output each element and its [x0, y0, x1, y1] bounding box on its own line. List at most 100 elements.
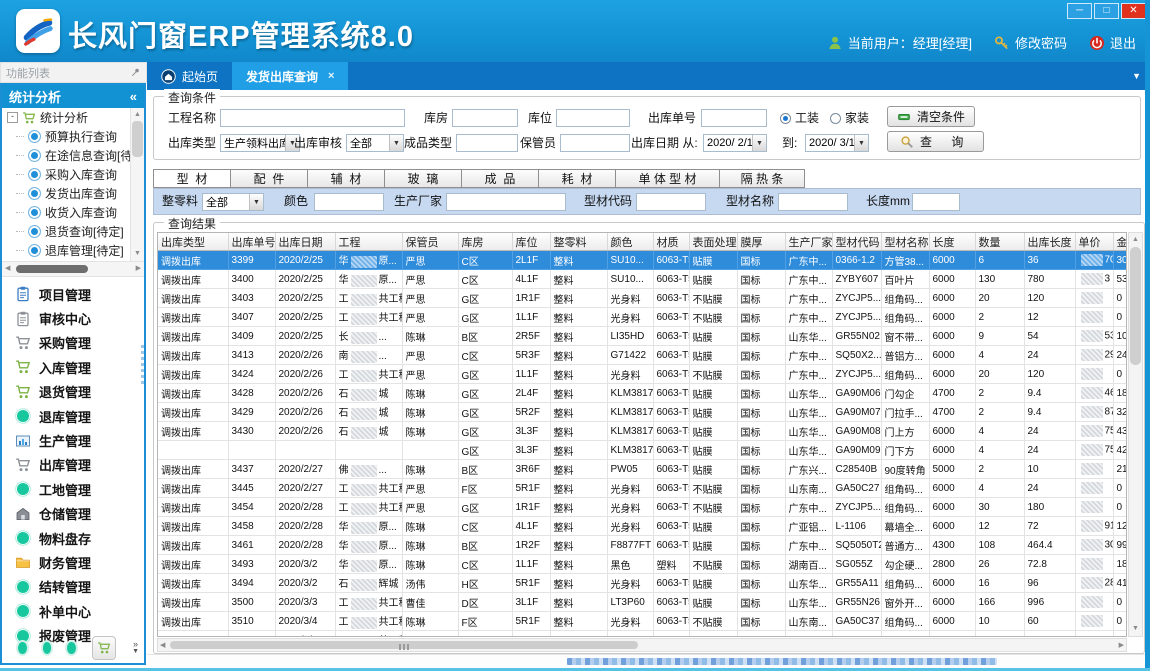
change-password-button[interactable]: 修改密码	[994, 33, 1067, 52]
column-header[interactable]: 单价	[1075, 233, 1113, 251]
order-no-input[interactable]	[701, 109, 767, 127]
sidebar-menu-item[interactable]: 补单中心	[2, 599, 144, 623]
scrollbar-thumb[interactable]	[170, 641, 638, 649]
table-row[interactable]: 调拨出库34292020/2/26石城陈琳G区5R2F整料KLM38176063…	[158, 403, 1127, 422]
radio-industrial[interactable]: 工装	[780, 109, 819, 127]
more-modules-button[interactable]: »▼	[132, 640, 139, 656]
table-row[interactable]: 调拨出库34302020/2/26石城陈琳G区3L3F整料KLM38176063…	[158, 422, 1127, 441]
column-header[interactable]: 膜厚	[737, 233, 785, 251]
tree-item[interactable]: 在途信息查询[待	[2, 146, 144, 165]
sidebar-menu-item[interactable]: 退货管理	[2, 380, 144, 404]
sidebar-menu-item[interactable]: 退库管理	[2, 404, 144, 428]
minimize-button[interactable]: ─	[1067, 3, 1092, 19]
section-header[interactable]: 统计分析 «	[2, 85, 144, 108]
table-row[interactable]: 调拨出库34092020/2/25长...陈琳B区2R5F整料LI35HD606…	[158, 327, 1127, 346]
column-header[interactable]: 数量	[975, 233, 1024, 251]
module-circle-icon[interactable]	[18, 642, 27, 654]
scroll-right-icon[interactable]: ▶	[136, 262, 141, 276]
table-row[interactable]: 调拨出库34582020/2/28华原...陈琳C区4L1F整料光身料6063-…	[158, 517, 1127, 536]
maximize-button[interactable]: □	[1094, 3, 1119, 19]
search-button[interactable]: 查 询	[887, 131, 984, 152]
scroll-down-icon[interactable]: ▼	[131, 248, 144, 260]
sidebar-menu-item[interactable]: 采购管理	[2, 331, 144, 355]
column-header[interactable]: 出库日期	[275, 233, 335, 251]
radio-selected-icon[interactable]	[780, 113, 791, 124]
date-from-select[interactable]: 2020/ 2/16▼	[703, 134, 767, 152]
column-header[interactable]: 材质	[653, 233, 689, 251]
sidebar-menu-item[interactable]: 财务管理	[2, 550, 144, 574]
tree-expander-icon[interactable]: -	[7, 112, 18, 123]
table-row[interactable]: G区3L3F整料KLM38176063-T5贴膜国标山东华...GA90M09.…	[158, 441, 1127, 460]
column-header[interactable]: 金额	[1113, 233, 1127, 251]
scroll-up-icon[interactable]: ▲	[1129, 234, 1142, 246]
cart-shortcut-button[interactable]	[92, 636, 116, 660]
material-tab[interactable]: 配 件	[230, 169, 307, 188]
grid-vertical-scrollbar[interactable]: ▲ ▼	[1128, 232, 1143, 637]
column-header[interactable]: 长度	[929, 233, 975, 251]
scroll-left-icon[interactable]: ◀	[160, 639, 165, 653]
radio-home[interactable]: 家装	[830, 109, 869, 127]
scroll-up-icon[interactable]: ▲	[131, 109, 144, 121]
location-input[interactable]	[556, 109, 630, 127]
tree-item[interactable]: 预算执行查询	[2, 127, 144, 146]
sidebar-menu-item[interactable]: 物料盘存	[2, 526, 144, 550]
scroll-left-icon[interactable]: ◀	[5, 262, 10, 276]
tree-root[interactable]: - 统计分析	[2, 108, 144, 127]
table-row[interactable]: 调拨出库34002020/2/25华原...严思C区4L1F整料SU10...6…	[158, 270, 1127, 289]
tab-home[interactable]: 起始页	[147, 62, 232, 90]
project-name-input[interactable]	[220, 109, 405, 127]
table-row[interactable]: 调拨出库34452020/2/27工共工程严思F区5R1F整料光身料6063-T…	[158, 479, 1127, 498]
tree-item[interactable]: 收货入库查询	[2, 203, 144, 222]
date-to-select[interactable]: 2020/ 3/16▼	[805, 134, 869, 152]
logout-button[interactable]: 退出	[1089, 33, 1136, 52]
table-row[interactable]: 调拨出库35122020/3/4工共工程陈琳F区1L2F整料光身料6063-T5…	[158, 631, 1127, 638]
color-input[interactable]	[314, 193, 384, 211]
tree-item[interactable]: 采购入库查询	[2, 165, 144, 184]
column-header[interactable]: 工程	[335, 233, 402, 251]
tab-close-icon[interactable]: ×	[328, 70, 334, 82]
column-header[interactable]: 型材名称	[881, 233, 929, 251]
material-tab[interactable]: 成 品	[461, 169, 538, 188]
material-tab[interactable]: 单 体 型 材	[615, 169, 719, 188]
table-row[interactable]: 调拨出库34132020/2/26南...严思C区5R3F整料G71422606…	[158, 346, 1127, 365]
material-tab[interactable]: 型 材	[153, 169, 230, 188]
collapse-icon[interactable]: «	[130, 89, 137, 104]
sidebar-menu-item[interactable]: 项目管理	[2, 282, 144, 306]
material-tab[interactable]: 耗 材	[538, 169, 615, 188]
column-header[interactable]: 库位	[512, 233, 550, 251]
column-header[interactable]: 出库长度	[1024, 233, 1075, 251]
table-row[interactable]: 调拨出库34612020/2/28华原...陈琳B区1R2F整料F8877FT6…	[158, 536, 1127, 555]
sidebar-menu-item[interactable]: 生产管理	[2, 428, 144, 452]
whole-part-select[interactable]: 全部▼	[202, 193, 264, 211]
manufacturer-input[interactable]	[446, 193, 566, 211]
column-header[interactable]: 表面处理	[689, 233, 737, 251]
warehouse-input[interactable]	[452, 109, 518, 127]
outbound-type-select[interactable]: 生产领料出库▼	[220, 134, 300, 152]
close-button[interactable]: ✕	[1121, 3, 1146, 19]
table-row[interactable]: 调拨出库35002020/3/3工共工程曹佳D区3L1F整料LT3P606063…	[158, 593, 1127, 612]
module-circle-icon[interactable]	[43, 642, 52, 654]
column-header[interactable]: 保管员	[402, 233, 458, 251]
scrollbar-thumb[interactable]	[16, 265, 88, 273]
tab-shipping-outbound-query[interactable]: 发货出库查询 ×	[232, 62, 348, 90]
clear-conditions-button[interactable]: 清空条件	[887, 106, 975, 127]
tab-overflow-icon[interactable]: ▼	[1132, 71, 1141, 81]
column-header[interactable]: 生产厂家	[785, 233, 832, 251]
table-row[interactable]: 调拨出库33992020/2/25华原...严思C区2L1F整料SU10...6…	[158, 251, 1127, 270]
sidebar-menu-item[interactable]: 工地管理	[2, 477, 144, 501]
scroll-down-icon[interactable]: ▼	[1129, 623, 1142, 635]
column-header[interactable]: 整零料	[550, 233, 607, 251]
sidebar-menu-item[interactable]: 审核中心	[2, 306, 144, 330]
grid-horizontal-scrollbar[interactable]: ◀ ▶	[157, 638, 1127, 652]
table-row[interactable]: 调拨出库34032020/2/25工共工程严思G区1R1F整料光身料6063-T…	[158, 289, 1127, 308]
material-tab[interactable]: 辅 材	[307, 169, 384, 188]
table-row[interactable]: 调拨出库34282020/2/26石城陈琳G区2L4F整料KLM38176063…	[158, 384, 1127, 403]
material-tab[interactable]: 玻 璃	[384, 169, 461, 188]
column-header[interactable]: 出库类型	[158, 233, 228, 251]
keeper-input[interactable]	[560, 134, 630, 152]
material-tab[interactable]: 隔 热 条	[719, 169, 805, 188]
radio-unselected-icon[interactable]	[830, 113, 841, 124]
length-input[interactable]	[912, 193, 960, 211]
sidebar-splitter-grip[interactable]	[141, 345, 144, 387]
sidebar-menu-item[interactable]: 仓储管理	[2, 502, 144, 526]
